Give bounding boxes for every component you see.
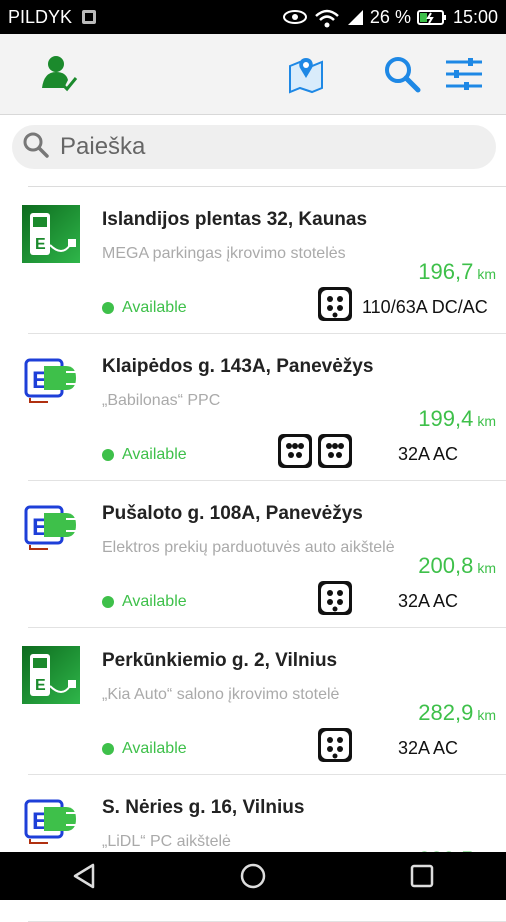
status-label: Available [122, 593, 187, 610]
clock: 15:00 [452, 6, 498, 27]
sim-icon [80, 8, 98, 26]
recents-icon[interactable] [398, 856, 446, 896]
filter-sliders-icon[interactable] [442, 52, 486, 96]
connector-type2-icon [278, 434, 312, 468]
status-badge: Available [102, 299, 187, 317]
connector-icons [278, 434, 352, 468]
battery-percent: 26 % [369, 6, 411, 27]
status-badge: Available [102, 446, 187, 464]
battery-icon [416, 8, 447, 26]
station-distance: 200,8 km [418, 553, 496, 579]
status-dot-icon [102, 596, 114, 608]
home-icon[interactable] [229, 856, 277, 896]
station-subtitle: Elektros prekių parduotuvės auto aikštel… [102, 539, 395, 556]
station-list-item[interactable]: E Perkūnkiemio g. 2, Vilnius „Kia Auto“ … [22, 628, 506, 775]
station-distance: 199,4 km [418, 406, 496, 432]
station-list-item[interactable]: E Islandijos plentas 32, Kaunas MEGA par… [22, 187, 506, 334]
connector-type2-icon [318, 287, 352, 321]
back-icon[interactable] [60, 856, 108, 896]
status-label: Available [122, 740, 187, 757]
station-power: 32A AC [398, 444, 459, 464]
station-subtitle: „Babilonas“ PPC [102, 392, 221, 409]
station-list[interactable]: E Islandijos plentas 32, Kaunas MEGA par… [0, 187, 506, 922]
svg-text:E: E [35, 236, 46, 253]
map-pin-icon[interactable] [284, 52, 328, 96]
status-dot-icon [102, 302, 114, 314]
station-distance: 196,7 km [418, 259, 496, 285]
station-subtitle: „LiDL“ PC aikštelė [102, 833, 231, 850]
distance-unit: km [477, 707, 496, 723]
status-dot-icon [102, 743, 114, 755]
station-title: Perkūnkiemio g. 2, Vilnius [102, 650, 338, 671]
status-bar: PILDYK 26 % 15:00 [0, 0, 506, 34]
distance-value: 199,4 [418, 406, 474, 431]
station-subtitle: „Kia Auto“ salono įkrovimo stotelė [102, 686, 340, 703]
status-badge: Available [102, 593, 187, 611]
search-icon [22, 131, 50, 164]
user-check-icon[interactable] [36, 52, 80, 96]
system-nav-bar [0, 852, 506, 900]
station-title: S. Nėries g. 16, Vilnius [102, 797, 305, 818]
search-input[interactable] [58, 132, 462, 162]
connector-type2-icon [318, 728, 352, 762]
svg-text:E: E [35, 677, 46, 694]
station-title: Islandijos plentas 32, Kaunas [102, 209, 368, 230]
distance-unit: km [477, 413, 496, 429]
station-title: Klaipėdos g. 143A, Panevėžys [102, 356, 374, 377]
connector-type2-icon [318, 581, 352, 615]
plug-blue-icon: E [22, 499, 80, 557]
status-label: Available [122, 446, 187, 463]
connector-icons [318, 728, 352, 762]
status-badge: Available [102, 740, 187, 758]
signal-icon [346, 8, 364, 26]
station-green-icon: E [22, 205, 80, 263]
wifi-icon [314, 8, 340, 28]
search-icon[interactable] [380, 52, 424, 96]
station-title: Pušaloto g. 108A, Panevėžys [102, 503, 363, 524]
station-subtitle: MEGA parkingas įkrovimo stotelės [102, 245, 346, 262]
station-list-item[interactable]: E Pušaloto g. 108A, Panevėžys Elektros p… [24, 481, 506, 628]
connector-type2-icon [318, 434, 352, 468]
station-power: 110/63A DC/AC [362, 297, 488, 317]
station-power: 32A AC [398, 591, 459, 611]
station-list-item[interactable]: E Klaipėdos g. 143A, Panevėžys „Babilona… [24, 334, 506, 481]
distance-value: 200,8 [418, 553, 474, 578]
carrier-name: PILDYK [8, 6, 73, 27]
station-green-icon: E [22, 646, 80, 704]
plug-blue-icon: E [22, 352, 80, 410]
distance-unit: km [477, 560, 496, 576]
search-bar[interactable] [12, 125, 496, 169]
distance-unit: km [477, 266, 496, 282]
distance-value: 196,7 [418, 259, 474, 284]
status-dot-icon [102, 449, 114, 461]
plug-blue-icon: E [22, 793, 80, 851]
station-power: 32A AC [398, 738, 459, 758]
eye-icon [282, 8, 308, 26]
status-label: Available [122, 299, 187, 316]
connector-icons [318, 581, 352, 615]
connector-icons [318, 287, 352, 321]
station-distance: 282,9 km [418, 700, 496, 726]
app-toolbar [0, 34, 506, 115]
distance-value: 282,9 [418, 700, 474, 725]
